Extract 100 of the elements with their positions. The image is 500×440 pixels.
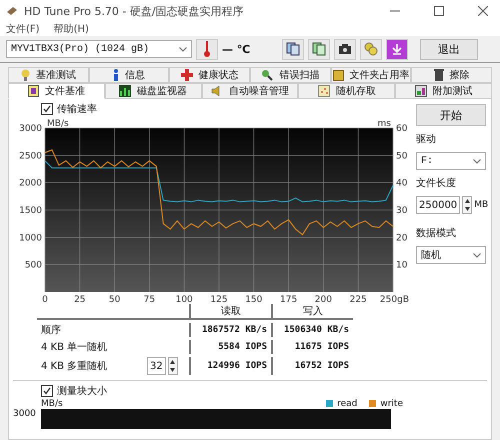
copy-icon [312,42,326,56]
tick-label: 200 [314,295,332,304]
scatter-plot-icon [318,85,330,97]
tab[interactable]: 附加测试 [395,83,492,99]
unit-label: MB [474,200,488,210]
tick-label: 50 [396,151,408,162]
tick-label: 1000 [19,233,42,244]
field-label: 驱动 [416,133,437,146]
legend-label: read [337,398,358,408]
magnifier-icon [261,69,274,81]
temperature-reading: — ℃ [222,42,250,56]
tick-label: 75 [144,295,156,304]
table-cell: 5584 IOPS [189,340,271,354]
spinner-arrows[interactable] [168,357,178,375]
tab[interactable]: 磁盘监视器 [104,83,202,99]
dropdown-caret-icon[interactable] [473,252,481,258]
mode-dropdown[interactable]: 随机 [416,246,486,264]
tick-label: 40 [396,178,408,189]
exit-button[interactable]: 退出 [420,38,478,60]
column-header: 读取 [189,304,271,320]
lightbulb-icon [20,69,30,81]
checkbox-label: 传输速率 [57,102,97,116]
tab[interactable]: 文件基准 [8,83,105,99]
coins-button[interactable] [360,38,382,60]
row-label: 4 KB 单一随机 [40,340,108,354]
tick-label: 10 [396,260,408,271]
drive-dropdown[interactable]: F: [416,152,486,170]
app-icon [6,6,18,16]
row-label: 顺序 [40,324,62,337]
tick-label: 20 [396,233,408,244]
tick-label: 2500 [19,151,42,162]
field-label: 文件长度 [416,176,457,190]
tick-label: 3000 [13,409,37,419]
document-icon [28,85,39,97]
queue-depth-field[interactable]: 32 [147,357,166,375]
file-size-field[interactable]: 250000 [416,196,460,214]
legend-label: write [380,398,403,408]
tick-label: 2000 [19,178,42,189]
tab[interactable]: 自动噪音管理 [202,83,298,99]
tick-label: 175 [280,295,298,304]
tick-label: 25 [74,295,86,304]
tab[interactable]: 信息 [88,67,170,83]
spinner-arrows[interactable] [462,196,472,214]
tick-label: 125 [210,295,228,304]
axis-label: MB/s [47,119,69,129]
tab[interactable]: 随机存取 [298,83,396,99]
table-cell: 1867572 KB/s [189,323,271,337]
axis-label: MB/s [41,398,64,408]
tick-label: 150 [245,295,262,304]
tick-label: 250gB [380,295,409,304]
copy-icon [286,42,300,56]
copy-button[interactable] [308,38,330,60]
checkbox[interactable] [41,385,53,397]
folder-icon [332,69,344,81]
tab[interactable]: 擦除 [411,67,492,83]
field-label: 数据模式 [416,226,457,240]
tick-label: 100 [176,295,193,304]
row-label: 4 KB 多重随机 [40,360,108,374]
camera-icon [338,43,352,55]
camera-button[interactable] [334,38,356,60]
cross-icon [180,69,193,81]
download-icon [391,43,404,55]
menu-item[interactable]: 帮助(H) [54,22,89,36]
column-header: 写入 [271,304,353,320]
dropdown-caret-icon[interactable] [179,46,187,52]
tick-label: 0 [42,295,48,304]
thermometer-icon [204,41,210,57]
tick-label: 500 [24,260,42,271]
temperature-button[interactable] [196,38,218,60]
table-cell: 11675 IOPS [271,340,353,354]
tab[interactable]: 错误扫描 [250,67,331,83]
tab[interactable]: 文件夹占用率 [330,67,412,83]
bar-graph-icon [119,85,132,97]
tick-label: 1500 [19,206,42,216]
checkbox-label: 测量块大小 [57,384,107,398]
tick-label: 50 [108,295,120,304]
window-title: HD Tune Pro 5.70 - 硬盘/固态硬盘实用程序 [24,4,245,18]
info-icon [113,69,119,81]
checkbox[interactable] [41,103,53,115]
coins-icon [364,42,378,56]
tab[interactable]: 基准测试 [8,67,89,83]
table-cell: 1506340 KB/s [271,323,353,337]
tick-label: 225 [350,295,367,304]
copy-button[interactable] [282,38,304,60]
drive-dropdown[interactable]: MYV1TBX3(Pro) (1024 gB) [6,40,192,58]
axis-label: ms [378,119,391,129]
table-cell: 16752 IOPS [271,357,353,375]
table-cell: 124996 IOPS [189,357,271,375]
close-icon[interactable] [478,6,488,16]
window-icon [414,85,427,97]
maximize-icon[interactable] [434,6,444,16]
tick-label: 60 [396,124,408,134]
start-button[interactable]: 开始 [416,104,486,126]
tick-label: 3000 [19,124,42,134]
tab[interactable]: 健康状态 [169,67,250,83]
trash-icon [434,69,444,81]
menu-item[interactable]: 文件(F) [6,22,40,36]
tick-label: 30 [396,206,408,216]
download-button[interactable] [386,38,408,60]
dropdown-caret-icon[interactable] [473,158,481,164]
